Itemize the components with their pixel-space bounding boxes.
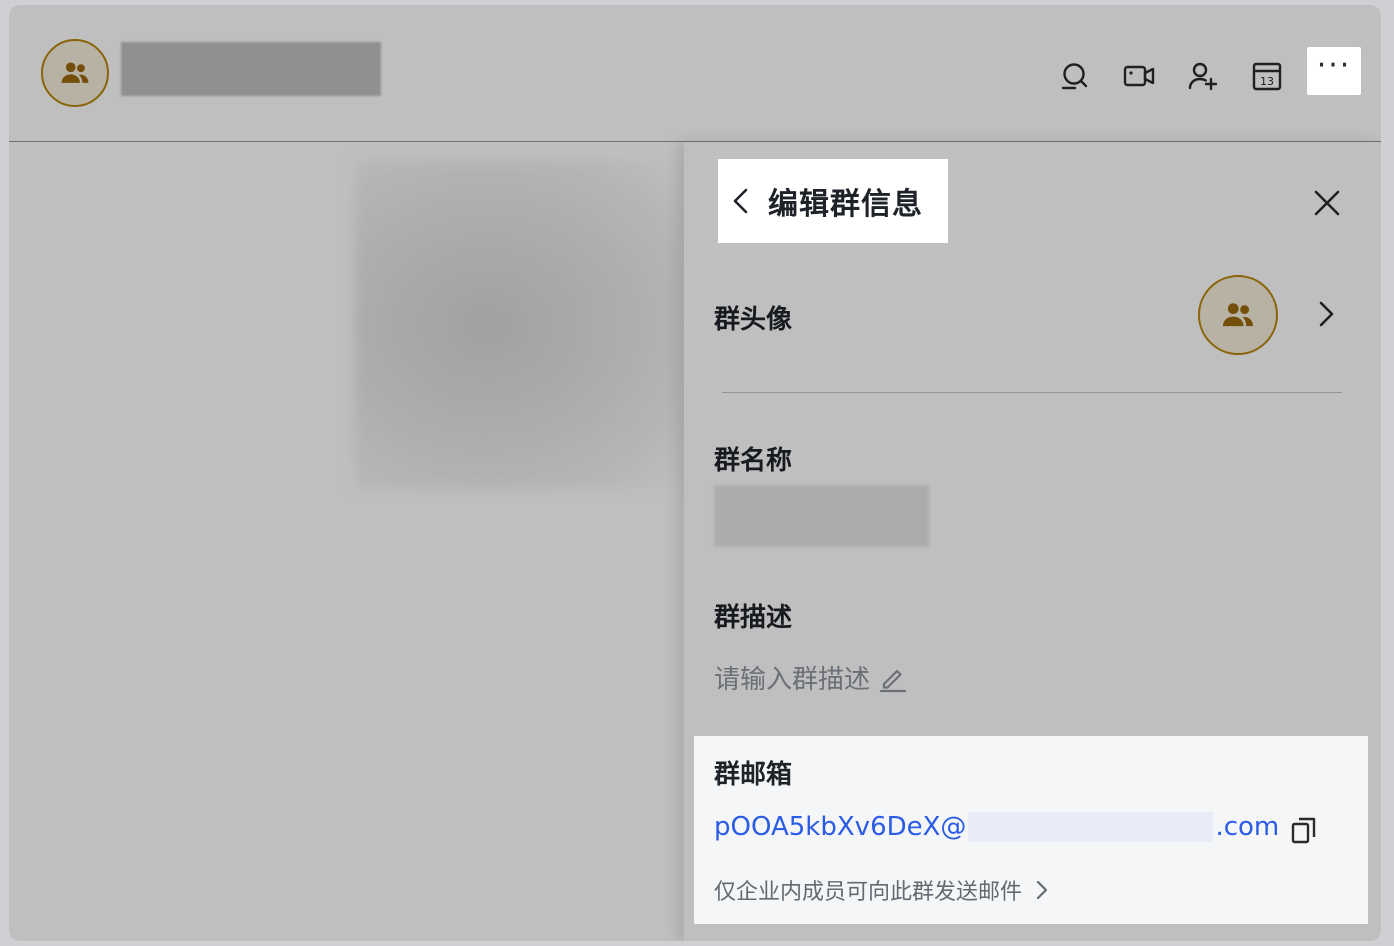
- avatar-label: 群头像: [714, 305, 793, 335]
- email-prefix: pOOA5kbXv6DeX@: [714, 812, 967, 842]
- chat-title-redacted: [121, 42, 381, 96]
- chevron-left-icon[interactable]: [724, 183, 760, 219]
- video-call-icon: [1123, 65, 1155, 87]
- chevron-right-icon: [1036, 880, 1048, 900]
- group-icon: [1222, 303, 1254, 327]
- chat-content-blurred: [354, 160, 684, 490]
- calendar-icon: 13: [1252, 62, 1282, 91]
- video-call-button[interactable]: [1115, 52, 1163, 100]
- calendar-button[interactable]: 13: [1243, 52, 1291, 100]
- email-hint-text: 仅企业内成员可向此群发送邮件: [714, 880, 1023, 905]
- chevron-right-icon[interactable]: [1312, 298, 1340, 330]
- description-placeholder: 请输入群描述: [714, 665, 871, 695]
- close-icon[interactable]: [1312, 188, 1342, 218]
- search-icon: [1061, 63, 1088, 90]
- email-label: 群邮箱: [714, 760, 793, 790]
- add-member-icon: [1188, 62, 1218, 91]
- copy-icon[interactable]: [1288, 814, 1320, 846]
- email-domain-redacted: [968, 812, 1214, 842]
- svg-text:13: 13: [1260, 75, 1274, 88]
- chat-area: [9, 142, 684, 941]
- more-icon: ···: [1316, 48, 1352, 83]
- description-label: 群描述: [714, 603, 793, 633]
- group-email-address[interactable]: pOOA5kbXv6DeX@ .com: [714, 812, 1279, 842]
- app-window: 13 ··· 编辑群信息 群头像 群名称 群描述 请输入群描述 群邮箱 pOOA…: [9, 5, 1381, 941]
- group-email-card: 群邮箱 pOOA5kbXv6DeX@ .com 仅企业内成员可向此群发送邮件: [694, 736, 1368, 924]
- email-suffix: .com: [1215, 812, 1280, 842]
- group-avatar-setting[interactable]: [1198, 275, 1278, 355]
- name-label: 群名称: [714, 446, 793, 476]
- section-divider: [722, 392, 1342, 393]
- more-button[interactable]: ···: [1307, 47, 1361, 95]
- add-member-button[interactable]: [1179, 52, 1227, 100]
- group-name-redacted[interactable]: [714, 485, 929, 547]
- edit-icon[interactable]: [878, 663, 908, 693]
- chat-header: 13 ···: [9, 5, 1381, 142]
- search-button[interactable]: [1051, 52, 1099, 100]
- edit-group-panel: 编辑群信息 群头像 群名称 群描述 请输入群描述 群邮箱 pOOA5kbXv6D…: [684, 142, 1381, 941]
- group-icon: [61, 62, 89, 83]
- panel-title: 编辑群信息: [768, 187, 923, 222]
- email-permission-hint[interactable]: 仅企业内成员可向此群发送邮件: [714, 874, 1052, 906]
- group-avatar[interactable]: [41, 39, 109, 107]
- description-field[interactable]: 请输入群描述: [714, 659, 908, 696]
- panel-header[interactable]: 编辑群信息: [718, 159, 948, 243]
